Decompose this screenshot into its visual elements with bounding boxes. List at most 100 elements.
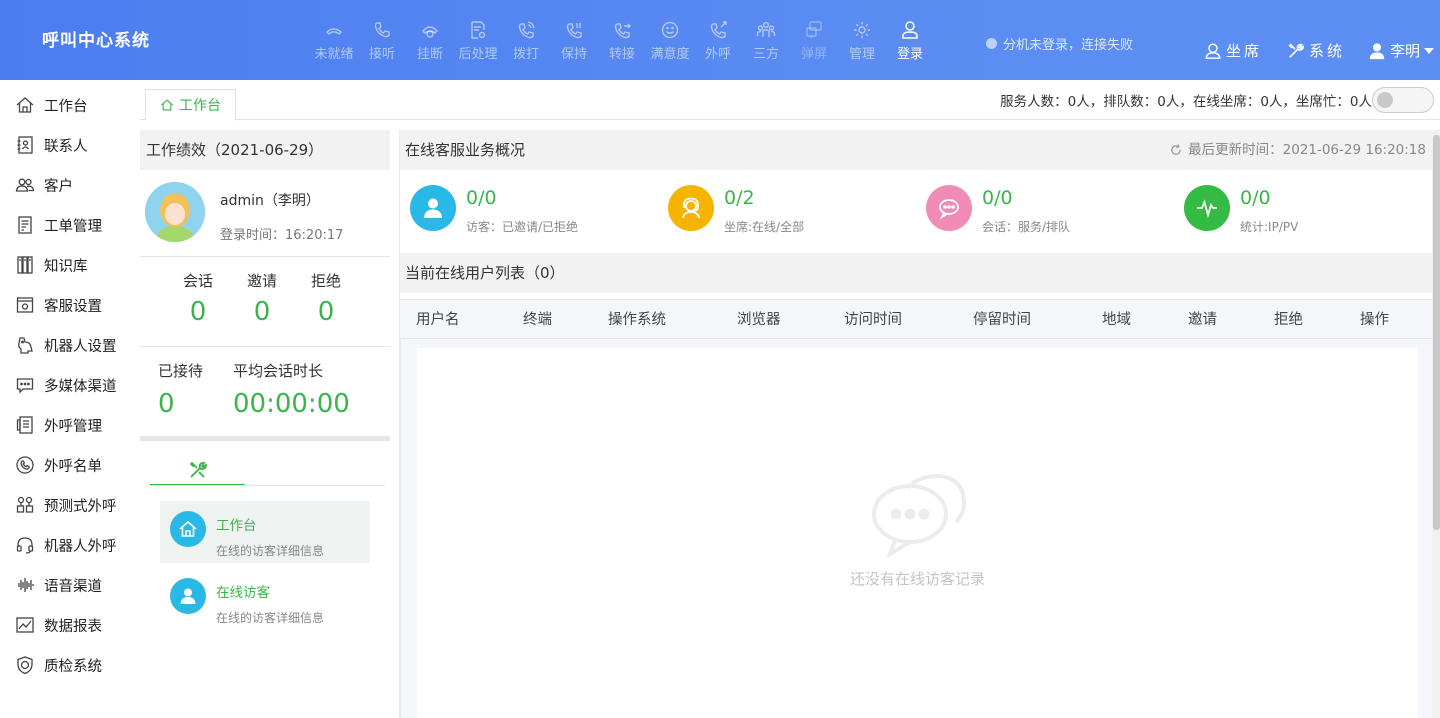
sidebar-item-workbench[interactable]: 工作台	[0, 85, 140, 125]
outbound-button[interactable]: 外呼	[694, 20, 742, 66]
predictive-call-icon	[16, 496, 34, 513]
seat-menu[interactable]: 坐席	[1204, 40, 1262, 61]
last-updated[interactable]: 最后更新时间：2021-06-29 16:20:18	[1169, 130, 1426, 170]
sidebar-item-outbound-list[interactable]: 外呼名单	[0, 445, 140, 485]
report-chart-icon	[16, 617, 34, 633]
phone-icon	[374, 22, 390, 38]
kpi-visitors: 0/0 访客：已邀请/已拒绝	[400, 185, 658, 235]
knowledge-base-icon	[17, 256, 33, 274]
column-os[interactable]: 操作系统	[608, 300, 666, 340]
column-reject[interactable]: 拒绝	[1274, 300, 1303, 340]
kpi-traffic: 0/0 统计:IP/PV	[1174, 185, 1432, 235]
column-terminal[interactable]: 终端	[523, 300, 552, 340]
phone-dial-icon	[518, 21, 535, 39]
visitor-icon	[410, 185, 456, 231]
transfer-button[interactable]: 转接	[598, 20, 646, 66]
after-call-button[interactable]: 后处理	[454, 20, 502, 66]
phone-hold-icon	[566, 23, 582, 39]
stat-received: 已接待 0	[158, 362, 204, 419]
dial-button[interactable]: 拨打	[502, 20, 550, 66]
column-invite[interactable]: 邀请	[1188, 300, 1217, 340]
status-dot	[986, 38, 997, 49]
sidebar-item-robot-settings[interactable]: 机器人设置	[0, 325, 140, 365]
pulse-icon	[1184, 185, 1230, 231]
phone-outgoing-icon	[710, 21, 727, 39]
tab-workbench[interactable]: 工作台	[145, 89, 236, 121]
table-body: 还没有在线访客记录	[400, 339, 1434, 718]
sidebar-item-robot-outbound[interactable]: 机器人外呼	[0, 525, 140, 565]
quick-link-online-visitors[interactable]: 在线访客 在线的访客详细信息	[160, 568, 370, 630]
divider	[140, 436, 390, 441]
scrollbar-thumb[interactable]	[1433, 135, 1440, 530]
sidebar-item-knowledge-base[interactable]: 知识库	[0, 245, 140, 285]
hold-button[interactable]: 保持	[550, 20, 598, 66]
sidebar-item-work-orders[interactable]: 工单管理	[0, 205, 140, 245]
login-button[interactable]: 登录	[886, 20, 934, 66]
tab-strip: 工作台 服务人数：0人，排队数：0人，在线坐席：0人，坐席忙：0人	[140, 80, 1440, 121]
system-menu[interactable]: 系统	[1287, 40, 1345, 61]
overview-header: 在线客服业务概况 最后更新时间：2021-06-29 16:20:18	[400, 130, 1434, 170]
smiley-icon	[661, 21, 679, 39]
chat-bubble-icon	[926, 185, 972, 231]
hangup-button[interactable]: 挂断	[406, 20, 454, 66]
column-username[interactable]: 用户名	[416, 300, 460, 340]
service-settings-icon	[16, 297, 34, 313]
quality-shield-icon	[17, 656, 33, 675]
user-icon	[1369, 42, 1385, 59]
sidebar-item-predictive-call[interactable]: 预测式外呼	[0, 485, 140, 525]
stat-invites: 邀请 0	[246, 272, 277, 327]
customers-icon	[15, 178, 35, 192]
phone-list-icon	[16, 456, 34, 474]
quick-links-tab[interactable]	[150, 455, 245, 486]
column-region[interactable]: 地域	[1102, 300, 1131, 340]
visitor-icon	[170, 578, 206, 614]
contacts-icon	[17, 136, 33, 154]
busy-toggle[interactable]	[1372, 87, 1434, 113]
sidebar-item-outbound-manage[interactable]: 外呼管理	[0, 405, 140, 445]
column-visit-time[interactable]: 访问时间	[844, 300, 902, 340]
home-icon	[170, 511, 206, 547]
manage-button[interactable]: 管理	[838, 20, 886, 66]
sidebar-item-media-channels[interactable]: 多媒体渠道	[0, 365, 140, 405]
robot-settings-icon	[18, 337, 33, 354]
sidebar-item-voice-channel[interactable]: 语音渠道	[0, 565, 140, 605]
voice-wave-icon	[18, 578, 34, 592]
agent-headset-icon	[668, 185, 714, 231]
empty-state-text: 还没有在线访客记录	[849, 570, 985, 588]
work-order-icon	[18, 216, 32, 234]
login-time: 登录时间：16:20:17	[220, 228, 344, 243]
performance-panel: 工作绩效（2021-06-29） admin（李明） 登录时间：16:20:17…	[140, 130, 390, 440]
app-title: 呼叫中心系统	[42, 31, 150, 51]
refresh-icon	[1171, 144, 1181, 155]
divider	[150, 485, 385, 486]
toggle-knob	[1377, 92, 1393, 108]
answer-button[interactable]: 接听	[358, 20, 406, 66]
avatar-illustration	[145, 182, 205, 242]
kpi-agents: 0/2 坐席:在线/全部	[658, 185, 916, 235]
column-browser[interactable]: 浏览器	[737, 300, 781, 340]
agent-icon	[1205, 43, 1221, 59]
column-stay-time[interactable]: 停留时间	[973, 300, 1031, 340]
avatar	[145, 182, 205, 242]
headset-icon	[16, 537, 34, 554]
phone-transfer-icon	[614, 23, 631, 39]
popup-screen-button[interactable]: 弹屏	[790, 20, 838, 66]
sidebar-item-customers[interactable]: 客户	[0, 165, 140, 205]
column-actions[interactable]: 操作	[1360, 300, 1389, 340]
caret-down-icon	[1424, 47, 1435, 54]
sidebar-item-contacts[interactable]: 联系人	[0, 125, 140, 165]
handset-idle-icon	[325, 28, 343, 35]
user-menu[interactable]: 李明	[1368, 40, 1439, 61]
stat-sessions: 会话 0	[182, 272, 213, 327]
three-way-button[interactable]: 三方	[742, 20, 790, 66]
not-ready-button[interactable]: 未就绪	[310, 20, 358, 66]
divider	[140, 256, 390, 257]
sidebar-item-quality-inspection[interactable]: 质检系统	[0, 645, 140, 685]
user-login-icon	[902, 21, 918, 39]
popup-screen-icon	[806, 21, 822, 39]
three-people-icon	[756, 22, 776, 37]
satisfaction-button[interactable]: 满意度	[646, 20, 694, 66]
sidebar-item-data-reports[interactable]: 数据报表	[0, 605, 140, 645]
sidebar-item-service-settings[interactable]: 客服设置	[0, 285, 140, 325]
quick-link-workbench[interactable]: 工作台 在线的访客详细信息	[160, 501, 370, 563]
